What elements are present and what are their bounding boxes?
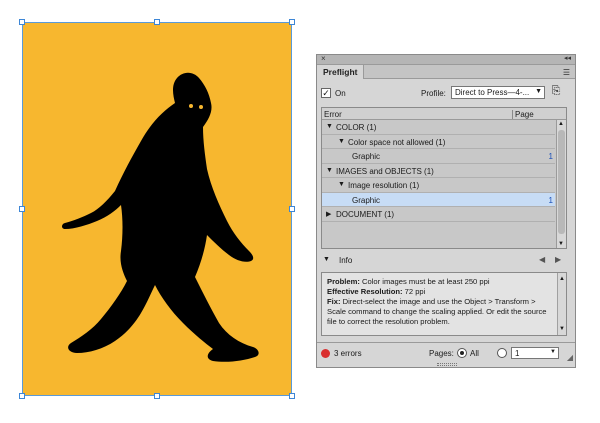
resize-grip-icon[interactable]: ◢ bbox=[567, 353, 573, 362]
info-scrollbar[interactable]: ▲ ▼ bbox=[557, 273, 566, 335]
close-icon[interactable]: × bbox=[321, 54, 326, 63]
resize-handle-top-right[interactable] bbox=[289, 19, 295, 25]
info-box: Problem: Color images must be at least 2… bbox=[321, 272, 567, 336]
profile-label: Profile: bbox=[421, 89, 446, 98]
error-row-page[interactable]: 1 bbox=[549, 196, 553, 205]
expand-triangle-icon[interactable]: ▼ bbox=[323, 256, 330, 263]
scroll-up-icon[interactable]: ▲ bbox=[559, 274, 565, 284]
resize-handle-bottom-left[interactable] bbox=[19, 393, 25, 399]
pages-range-radio[interactable] bbox=[497, 348, 507, 358]
resize-handle-middle-right[interactable] bbox=[289, 206, 295, 212]
scroll-down-icon[interactable]: ▼ bbox=[558, 241, 564, 247]
resize-handle-bottom-center[interactable] bbox=[154, 393, 160, 399]
info-section-header[interactable]: ▼ Info ◀ ▶ bbox=[321, 255, 567, 267]
error-row-label: Color space not allowed (1) bbox=[348, 137, 446, 147]
resize-handle-top-left[interactable] bbox=[19, 19, 25, 25]
chevron-down-icon: ▼ bbox=[550, 349, 556, 355]
error-status-icon bbox=[321, 349, 330, 358]
bigfoot-silhouette-icon bbox=[62, 72, 259, 362]
resolution-line: Effective Resolution: 72 ppi bbox=[327, 287, 426, 296]
preflight-panel: × ◂◂ Preflight ☰ ✓ On Profile: Direct to… bbox=[316, 54, 576, 368]
column-header-error[interactable]: Error bbox=[324, 110, 342, 119]
chevron-down-icon: ▼ bbox=[535, 88, 542, 95]
expand-triangle-icon[interactable]: ▼ bbox=[326, 167, 333, 174]
expand-triangle-icon[interactable]: ▼ bbox=[338, 138, 345, 145]
on-label: On bbox=[335, 88, 346, 98]
on-toggle[interactable]: ✓ On bbox=[321, 87, 346, 99]
define-profiles-icon[interactable]: ⎘ bbox=[549, 85, 563, 99]
resize-handle-middle-left[interactable] bbox=[19, 206, 25, 212]
panel-footer: 3 errors Pages: All 1 ▼ ◢ bbox=[317, 342, 575, 362]
previous-arrow-icon[interactable]: ◀ bbox=[539, 255, 545, 264]
on-checkbox[interactable]: ✓ bbox=[321, 88, 331, 98]
error-list-scrollbar[interactable]: ▲ ▼ bbox=[556, 120, 566, 248]
next-arrow-icon[interactable]: ▶ bbox=[555, 255, 561, 264]
scroll-thumb[interactable] bbox=[558, 130, 565, 234]
resize-handle-top-center[interactable] bbox=[154, 19, 160, 25]
error-list-header: Error Page bbox=[322, 108, 566, 120]
error-row-page[interactable]: 1 bbox=[549, 152, 553, 161]
panel-bottom-grip[interactable] bbox=[437, 363, 457, 366]
error-row-label: Graphic bbox=[352, 152, 381, 161]
error-row[interactable]: ▼ Image resolution (1) bbox=[322, 178, 555, 193]
tab-preflight[interactable]: Preflight bbox=[317, 65, 365, 79]
error-row[interactable]: ▼ Color space not allowed (1) bbox=[322, 135, 555, 149]
collapsed-triangle-icon[interactable]: ▶ bbox=[326, 210, 331, 218]
fix-line: Fix: Direct-select the image and use the… bbox=[327, 297, 547, 326]
artwork-graphic-frame[interactable] bbox=[22, 22, 292, 396]
collapse-icon[interactable]: ◂◂ bbox=[564, 54, 571, 62]
error-row-label: IMAGES and OBJECTS (1) bbox=[336, 166, 434, 176]
page-range-field[interactable]: 1 ▼ bbox=[511, 347, 559, 359]
page-range-value: 1 bbox=[515, 349, 520, 358]
profile-value: Direct to Press—4-... bbox=[455, 88, 530, 97]
error-count: 3 errors bbox=[334, 349, 362, 358]
pages-label: Pages: bbox=[429, 349, 454, 358]
pages-all-label: All bbox=[470, 349, 479, 358]
pages-all-radio[interactable] bbox=[457, 348, 467, 358]
info-label: Info bbox=[339, 256, 353, 265]
resize-handle-bottom-right[interactable] bbox=[289, 393, 295, 399]
expand-triangle-icon[interactable]: ▼ bbox=[326, 123, 333, 130]
panel-menu-icon[interactable]: ☰ bbox=[563, 68, 570, 77]
profile-select[interactable]: Direct to Press—4-... ▼ bbox=[451, 86, 545, 99]
scroll-down-icon[interactable]: ▼ bbox=[559, 324, 565, 334]
error-row[interactable]: ▼ COLOR (1) bbox=[322, 120, 555, 135]
error-row[interactable]: ▼ IMAGES and OBJECTS (1) bbox=[322, 164, 555, 178]
expand-triangle-icon[interactable]: ▼ bbox=[338, 181, 345, 188]
error-row-label: COLOR (1) bbox=[336, 123, 377, 132]
scroll-up-icon[interactable]: ▲ bbox=[558, 121, 564, 127]
error-row[interactable]: ▶ DOCUMENT (1) bbox=[322, 207, 555, 222]
column-header-page[interactable]: Page bbox=[512, 110, 534, 119]
problem-line: Problem: Color images must be at least 2… bbox=[327, 277, 490, 286]
error-row-label: Graphic bbox=[352, 195, 381, 205]
error-list: Error Page ▼ COLOR (1) ▼ Color space not al… bbox=[321, 107, 567, 249]
error-row-label: Image resolution (1) bbox=[348, 181, 420, 190]
panel-titlebar[interactable]: × ◂◂ bbox=[317, 54, 575, 65]
error-row[interactable]: Graphic 1 bbox=[322, 192, 555, 207]
error-row-label: DOCUMENT (1) bbox=[336, 210, 395, 219]
error-rows: ▼ COLOR (1) ▼ Color space not allowed (1) Gr… bbox=[322, 120, 566, 222]
panel-tab-row: Preflight ☰ bbox=[317, 65, 575, 79]
error-row[interactable]: Graphic 1 bbox=[322, 149, 555, 164]
